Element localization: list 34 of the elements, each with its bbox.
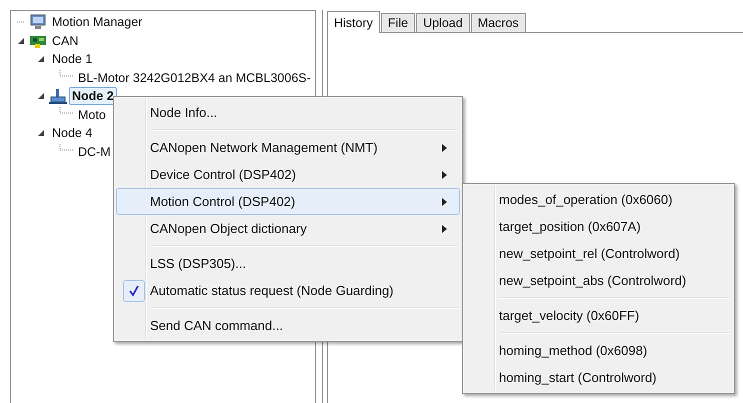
expanded-arrow-icon[interactable] (37, 55, 45, 64)
menu-item[interactable]: homing_start (Controlword) (465, 364, 732, 391)
tree-item[interactable]: DC-M (75, 142, 114, 161)
expanded-arrow-icon[interactable] (17, 36, 25, 45)
menu-item[interactable]: Node Info... (116, 99, 460, 126)
tab[interactable]: Macros (470, 13, 526, 32)
node-icon (49, 88, 67, 104)
expanded-arrow-icon[interactable] (37, 129, 45, 138)
tree-item[interactable]: Node 1 (49, 50, 96, 68)
menu-item[interactable]: CANopen Network Management (NMT) (116, 134, 460, 161)
menu-item[interactable]: new_setpoint_rel (Controlword) (465, 240, 732, 267)
menu-item[interactable]: CANopen Object dictionary (116, 215, 460, 242)
menu-item[interactable]: modes_of_operation (0x6060) (465, 186, 732, 213)
menu-item[interactable]: LSS (DSP305)... (116, 250, 460, 277)
tree-item[interactable]: Node 2 (69, 87, 117, 106)
menu-item[interactable]: Send CAN command... (116, 312, 460, 339)
tree-item[interactable]: Node 4 (49, 124, 96, 142)
tab[interactable]: Upload (416, 13, 470, 32)
circuit-board-icon (29, 34, 47, 48)
tab[interactable]: File (380, 13, 416, 32)
tree-item[interactable]: Motion Manager (49, 13, 146, 32)
menu-item[interactable]: Motion Control (DSP402) (116, 188, 460, 215)
expanded-arrow-icon[interactable] (37, 92, 45, 100)
menu-item[interactable]: target_position (0x607A) (465, 213, 732, 240)
menu-item[interactable]: Automatic status request (Node Guarding) (116, 277, 460, 304)
menu-item[interactable]: Device Control (DSP402) (116, 161, 460, 188)
tree-item[interactable]: CAN (49, 32, 82, 50)
tree-item[interactable]: Moto (75, 106, 109, 124)
tree-item[interactable]: BL-Motor 3242G012BX4 an MCBL3006S- (75, 68, 314, 87)
tab[interactable]: History (327, 11, 380, 33)
menu-item[interactable]: homing_method (0x6098) (465, 337, 732, 364)
computer-icon (29, 14, 47, 30)
menu-item[interactable]: target_velocity (0x60FF) (465, 302, 732, 329)
menu-item[interactable]: new_setpoint_abs (Controlword) (465, 267, 732, 294)
